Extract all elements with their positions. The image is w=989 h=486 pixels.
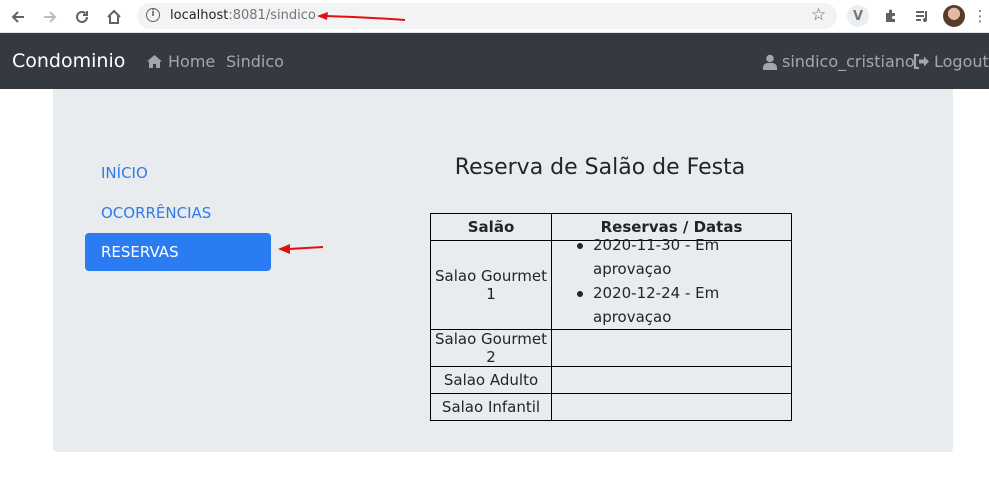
url-text: localhost:8081/sindico (170, 8, 316, 23)
back-icon[interactable] (6, 5, 30, 29)
profile-avatar[interactable] (943, 5, 965, 27)
logout-icon (913, 54, 929, 69)
brand-title[interactable]: Condominio (12, 50, 125, 72)
salao-name-cell: Salao Infantil (430, 393, 552, 421)
nav-home-link[interactable]: Home (146, 52, 215, 71)
annotation-arrow (278, 244, 324, 254)
nav-user-label: sindico_cristiano (782, 52, 915, 71)
table-row: Salao Adulto (430, 366, 792, 394)
content-card: INÍCIO OCORRÊNCIAS RESERVAS Reserva de S… (53, 89, 953, 452)
column-header-salao: Salão (430, 213, 552, 241)
app-navbar: Condominio Home Sindico sindico_cristian… (0, 33, 989, 89)
home-icon (147, 55, 162, 68)
reservation-list: 2020-11-30 - Em aprovaçao 2020-12-24 - E… (552, 233, 791, 329)
nav-logout-label: Logout (934, 52, 989, 71)
info-icon[interactable]: i (146, 8, 160, 22)
extensions-puzzle-icon[interactable] (880, 5, 902, 27)
browser-toolbar: i localhost:8081/sindico ☆ V ⋮ (0, 0, 989, 33)
browser-menu-icon[interactable]: ⋮ (969, 5, 989, 27)
home-browser-icon[interactable] (102, 5, 126, 29)
reservas-cell (551, 329, 792, 367)
salao-name-cell: Salao Adulto (430, 366, 552, 394)
address-bar[interactable]: i localhost:8081/sindico (137, 3, 837, 29)
reservation-item: 2020-12-24 - Em aprovaçao (552, 281, 791, 329)
reservas-cell (551, 393, 792, 421)
forward-icon[interactable] (38, 5, 62, 29)
salao-name-cell: Salao Gourmet 2 (430, 329, 552, 367)
reservation-item: 2020-11-30 - Em aprovaçao (552, 233, 791, 281)
reservations-table: Salão Reservas / Datas Salao Gourmet 1 2… (430, 213, 792, 421)
nav-logout-link[interactable]: Logout (913, 52, 989, 71)
reload-icon[interactable] (70, 5, 94, 29)
media-queue-icon[interactable] (911, 5, 933, 27)
bookmark-star-icon[interactable]: ☆ (811, 5, 829, 25)
nav-sindico-link[interactable]: Sindico (226, 52, 284, 71)
sidebar-item-reservas[interactable]: RESERVAS (85, 233, 271, 271)
table-row: Salao Infantil (430, 393, 792, 421)
nav-home-label: Home (168, 52, 216, 71)
salao-name-cell: Salao Gourmet 1 (430, 240, 552, 330)
reservas-cell (551, 366, 792, 394)
table-row: Salao Gourmet 1 2020-11-30 - Em aprovaça… (430, 236, 792, 330)
nav-user-link[interactable]: sindico_cristiano (763, 52, 915, 71)
user-icon (763, 54, 777, 70)
extension-v-icon[interactable]: V (847, 5, 869, 27)
sidebar-item-ocorrencias[interactable]: OCORRÊNCIAS (85, 194, 271, 232)
sidebar-item-inicio[interactable]: INÍCIO (85, 154, 271, 192)
annotation-arrow (317, 12, 406, 21)
reservas-cell: 2020-11-30 - Em aprovaçao 2020-12-24 - E… (551, 236, 792, 330)
table-row: Salao Gourmet 2 (430, 329, 792, 367)
page-title: Reserva de Salão de Festa (454, 155, 746, 180)
